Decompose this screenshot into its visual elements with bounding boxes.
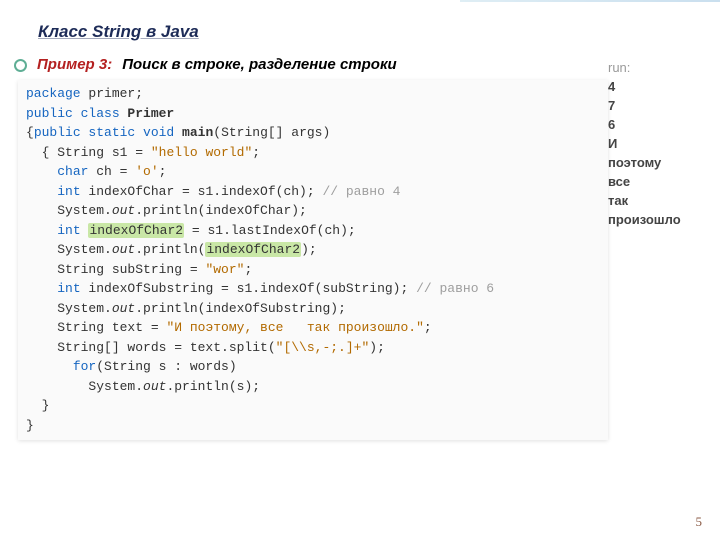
output-row: поэтому	[608, 153, 708, 172]
accent-line	[460, 0, 720, 2]
output-row: все	[608, 172, 708, 191]
example-text: Поиск в строке, разделение строки	[122, 56, 396, 73]
output-row: И	[608, 134, 708, 153]
method-main: main	[182, 125, 213, 140]
highlight-var-2: indexOfChar2	[205, 242, 301, 257]
output-row: произошло	[608, 210, 708, 229]
highlight-var-1: indexOfChar2	[88, 223, 184, 238]
output-pane: run: 4 7 6 И поэтому все так произошло	[608, 58, 708, 229]
page-number: 5	[696, 514, 703, 530]
output-header: run:	[608, 58, 708, 77]
output-row: так	[608, 191, 708, 210]
kw-public: public	[26, 106, 73, 121]
output-row: 6	[608, 115, 708, 134]
slide-title: Класс String в Java	[38, 22, 199, 42]
example-label: Пример 3:	[37, 56, 112, 73]
class-name: Primer	[127, 106, 174, 121]
kw-package: package	[26, 86, 81, 101]
code-pane: package primer; public class Primer {pub…	[18, 80, 608, 440]
output-row: 4	[608, 77, 708, 96]
output-row: 7	[608, 96, 708, 115]
bullet-icon	[14, 59, 27, 72]
example-row: Пример 3: Поиск в строке, разделение стр…	[14, 56, 397, 73]
